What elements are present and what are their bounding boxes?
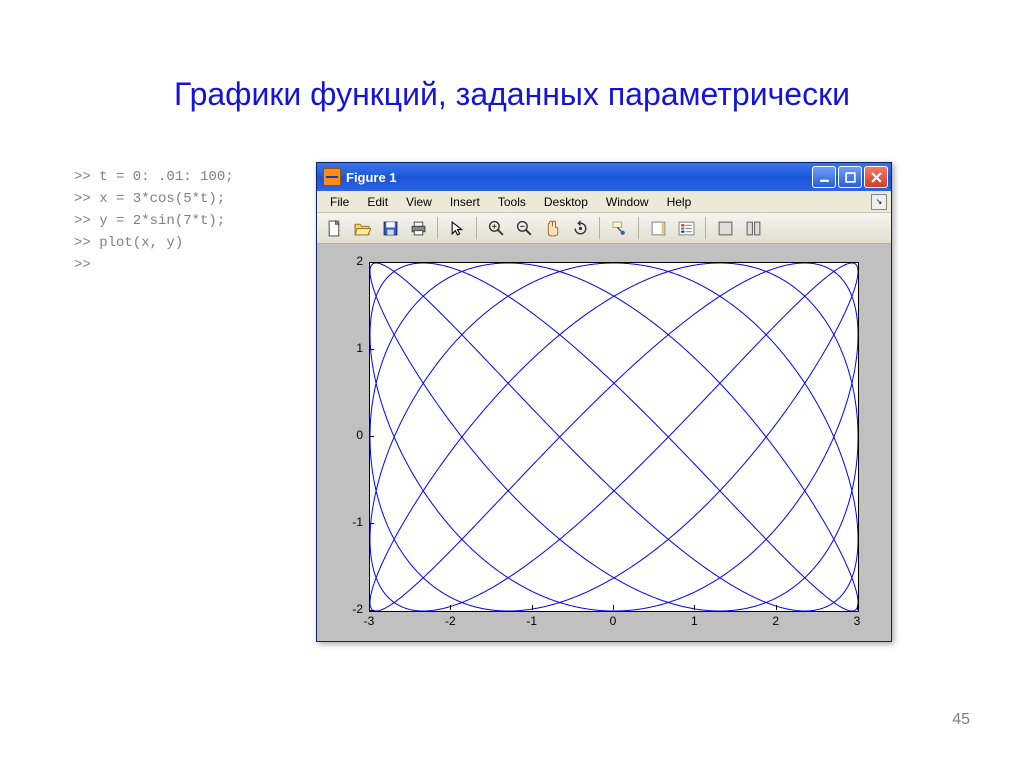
code-line: >> y = 2*sin(7*t); [74, 213, 225, 229]
figure-window: Figure 1 File Edit View Insert Tools Des… [316, 162, 892, 642]
window-title: Figure 1 [346, 170, 812, 185]
x-tick-label: 0 [610, 614, 617, 628]
save-icon[interactable] [377, 215, 403, 241]
code-line: >> plot(x, y) [74, 235, 183, 251]
x-tick [369, 605, 370, 610]
close-button[interactable] [864, 166, 888, 188]
y-tick [369, 436, 374, 437]
lissajous-curve [370, 263, 858, 611]
slide-container: Графики функций, заданных параметрически… [0, 0, 1024, 767]
slide-title: Графики функций, заданных параметрически [0, 76, 1024, 113]
legend-icon[interactable] [673, 215, 699, 241]
x-tick-label: -2 [445, 614, 456, 628]
code-line: >> [74, 257, 91, 273]
zoom-in-icon[interactable] [483, 215, 509, 241]
menu-insert[interactable]: Insert [441, 194, 489, 210]
y-tick [369, 523, 374, 524]
print-icon[interactable] [405, 215, 431, 241]
page-number: 45 [952, 711, 970, 729]
y-tick-label: -2 [323, 602, 363, 616]
toolbar-separator [705, 217, 706, 239]
menu-help[interactable]: Help [658, 194, 701, 210]
y-tick [369, 610, 374, 611]
y-tick [369, 262, 374, 263]
x-tick-label: -3 [364, 614, 375, 628]
data-cursor-icon[interactable] [606, 215, 632, 241]
axes[interactable] [369, 262, 859, 612]
zoom-out-icon[interactable] [511, 215, 537, 241]
toolbar [317, 213, 891, 244]
dock-toggle-icon[interactable]: ↘ [871, 194, 887, 210]
pointer-icon[interactable] [444, 215, 470, 241]
new-icon[interactable] [321, 215, 347, 241]
code-block: >> t = 0: .01: 100; >> x = 3*cos(5*t); >… [74, 166, 234, 276]
plot-area[interactable]: -2-1012-3-2-10123 [317, 244, 891, 641]
menu-edit[interactable]: Edit [358, 194, 397, 210]
x-tick-label: 1 [691, 614, 698, 628]
matlab-icon [323, 168, 341, 186]
x-tick-label: 3 [854, 614, 861, 628]
x-tick [532, 605, 533, 610]
code-line: >> t = 0: .01: 100; [74, 169, 234, 185]
open-icon[interactable] [349, 215, 375, 241]
titlebar[interactable]: Figure 1 [317, 163, 891, 191]
x-tick [450, 605, 451, 610]
toolbar-separator [599, 217, 600, 239]
menu-view[interactable]: View [397, 194, 441, 210]
x-tick [694, 605, 695, 610]
rotate-icon[interactable] [567, 215, 593, 241]
menubar: File Edit View Insert Tools Desktop Wind… [317, 191, 891, 213]
x-tick [776, 605, 777, 610]
toolbar-separator [437, 217, 438, 239]
menu-file[interactable]: File [321, 194, 358, 210]
y-tick-label: -1 [323, 515, 363, 529]
x-tick-label: 2 [772, 614, 779, 628]
toolbar-separator [638, 217, 639, 239]
hide-tools-icon[interactable] [712, 215, 738, 241]
y-tick-label: 2 [323, 254, 363, 268]
menu-window[interactable]: Window [597, 194, 658, 210]
pan-icon[interactable] [539, 215, 565, 241]
y-tick [369, 349, 374, 350]
toolbar-separator [476, 217, 477, 239]
menu-desktop[interactable]: Desktop [535, 194, 597, 210]
y-tick-label: 1 [323, 341, 363, 355]
code-line: >> x = 3*cos(5*t); [74, 191, 225, 207]
show-tools-icon[interactable] [740, 215, 766, 241]
colorbar-icon[interactable] [645, 215, 671, 241]
maximize-button[interactable] [838, 166, 862, 188]
x-tick-label: -1 [526, 614, 537, 628]
y-tick-label: 0 [323, 428, 363, 442]
menu-tools[interactable]: Tools [489, 194, 535, 210]
minimize-button[interactable] [812, 166, 836, 188]
x-tick [857, 605, 858, 610]
window-buttons [812, 166, 888, 188]
x-tick [613, 605, 614, 610]
